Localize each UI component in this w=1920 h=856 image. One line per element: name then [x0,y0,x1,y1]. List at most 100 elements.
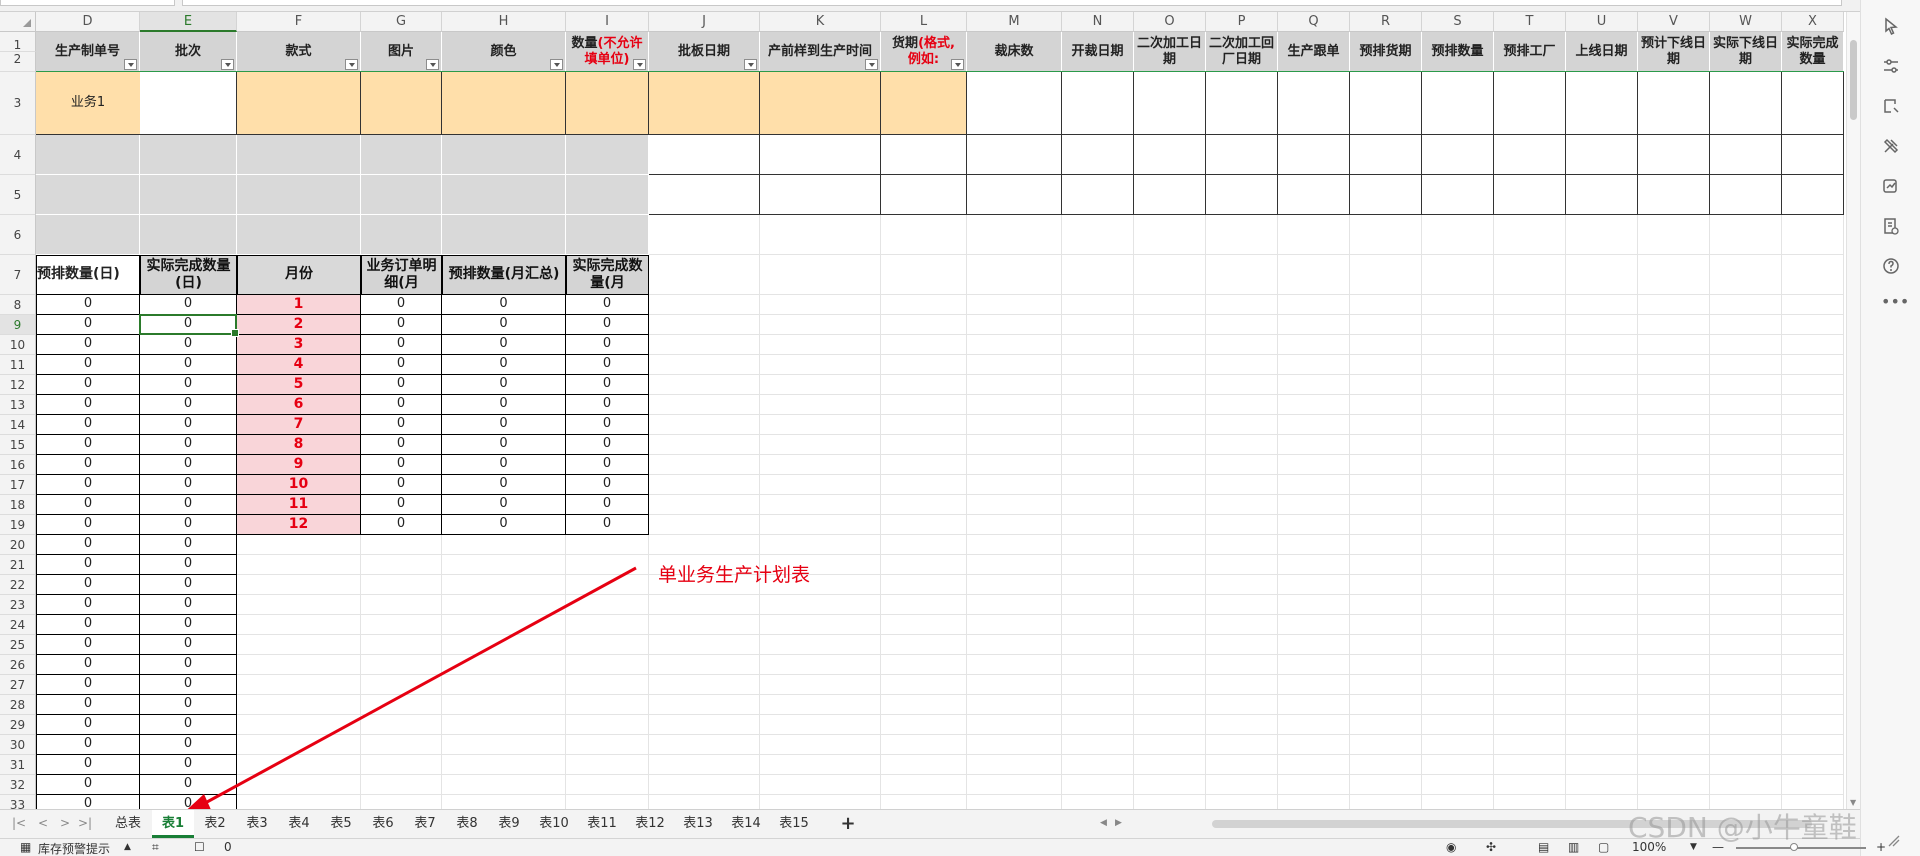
column-header-k[interactable]: K [760,12,881,32]
cell-j3[interactable] [649,72,760,135]
cell-w4[interactable] [1710,135,1782,175]
cell-h4[interactable] [442,135,566,175]
vertical-scroll-thumb[interactable] [1850,40,1857,120]
column-header-l[interactable]: L [881,12,967,32]
add-sheet-button[interactable]: + [838,810,858,838]
row-header-1[interactable]: 1 [0,32,36,52]
filter-dropdown-icon[interactable] [426,59,439,70]
cell-r4[interactable] [1350,135,1422,175]
cell-l5[interactable] [881,175,967,215]
row-header-19[interactable]: 19 [0,515,36,535]
sheet-tab-summary[interactable]: 总表 [104,810,152,838]
column-header-f[interactable]: F [237,12,361,32]
cell-h18[interactable]: 0 [442,495,566,515]
cell-k3[interactable] [760,72,881,135]
cell-q3[interactable] [1278,72,1350,135]
cell-e17[interactable]: 0 [140,475,237,495]
filter-dropdown-icon[interactable] [550,59,563,70]
select-all-corner[interactable] [0,12,36,32]
cell-k5[interactable] [760,175,881,215]
vertical-scrollbar[interactable]: ▲ ▼ [1846,12,1860,809]
cell-d22[interactable]: 0 [36,575,140,595]
cell-k4[interactable] [760,135,881,175]
cell-e33[interactable]: 0 [140,795,237,809]
cell-e19[interactable]: 0 [140,515,237,535]
cell-n3[interactable] [1062,72,1134,135]
cell-f15[interactable]: 8 [237,435,361,455]
row-header-12[interactable]: 12 [0,375,36,395]
header-cell-w[interactable]: 实际下线日期 [1710,32,1782,72]
cross-icon[interactable]: ✣ [1486,840,1496,854]
cell-e16[interactable]: 0 [140,455,237,475]
cell-d9[interactable]: 0 [36,315,140,335]
zoom-slider[interactable] [1736,847,1866,849]
cell-x5[interactable] [1782,175,1844,215]
cell-d27[interactable]: 0 [36,675,140,695]
column-header-d[interactable]: D [36,12,140,32]
cell-n5[interactable] [1062,175,1134,215]
more-icon[interactable]: ••• [1881,294,1909,316]
header-cell-t[interactable]: 预排工厂 [1494,32,1566,72]
cell-h17[interactable]: 0 [442,475,566,495]
cell-d6[interactable] [36,215,140,255]
cell-f3[interactable] [237,72,361,135]
cell-e15[interactable]: 0 [140,435,237,455]
cell-h10[interactable]: 0 [442,335,566,355]
header-cell-h[interactable]: 颜色 [442,32,566,72]
cell-f12[interactable]: 5 [237,375,361,395]
column-header-r[interactable]: R [1350,12,1422,32]
column-header-u[interactable]: U [1566,12,1638,32]
column-header-j[interactable]: J [649,12,760,32]
sheet-tab-sheet13[interactable]: 表13 [674,810,722,838]
row-header-4[interactable]: 4 [0,135,36,175]
cell-d11[interactable]: 0 [36,355,140,375]
page-layout-icon[interactable]: ▥ [1568,840,1579,854]
cell-e31[interactable]: 0 [140,755,237,775]
cell-i17[interactable]: 0 [566,475,649,495]
cell-g8[interactable]: 0 [361,295,442,315]
cell-f4[interactable] [237,135,361,175]
row-header-20[interactable]: 20 [0,535,36,555]
column-header-n[interactable]: N [1062,12,1134,32]
cell-g5[interactable] [361,175,442,215]
zoom-in-icon[interactable]: + [1876,840,1886,854]
cell-d19[interactable]: 0 [36,515,140,535]
tools-icon[interactable] [1881,136,1901,156]
cell-v3[interactable] [1638,72,1710,135]
column-header-m[interactable]: M [967,12,1062,32]
row-header-21[interactable]: 21 [0,555,36,575]
cell-q5[interactable] [1278,175,1350,215]
header-cell-k[interactable]: 产前样到生产时间 [760,32,881,72]
cell-d29[interactable]: 0 [36,715,140,735]
cell-h3[interactable] [442,72,566,135]
cell-i11[interactable]: 0 [566,355,649,375]
filter-dropdown-icon[interactable] [633,59,646,70]
cell-j5[interactable] [649,175,760,215]
header-cell-o[interactable]: 二次加工日期 [1134,32,1206,72]
cell-f16[interactable]: 9 [237,455,361,475]
macro-icon[interactable]: ⌗ [152,840,159,855]
column-header-s[interactable]: S [1422,12,1494,32]
cell-p5[interactable] [1206,175,1278,215]
header-cell-e[interactable]: 批次 [140,32,237,72]
cell-e4[interactable] [140,135,237,175]
cell-d21[interactable]: 0 [36,555,140,575]
row-header-15[interactable]: 15 [0,435,36,455]
comment-icon[interactable]: ☐ [194,840,205,854]
cell-d26[interactable]: 0 [36,655,140,675]
cell-x4[interactable] [1782,135,1844,175]
row-header-7[interactable]: 7 [0,255,36,295]
row-header-29[interactable]: 29 [0,715,36,735]
cell-h5[interactable] [442,175,566,215]
cell-o4[interactable] [1134,135,1206,175]
tab-scroll-right-icon[interactable]: ▶ [1115,818,1122,828]
cell-r5[interactable] [1350,175,1422,215]
cell-m5[interactable] [967,175,1062,215]
column-header-g[interactable]: G [361,12,442,32]
cell-i12[interactable]: 0 [566,375,649,395]
row-header-30[interactable]: 30 [0,735,36,755]
cell-x3[interactable] [1782,72,1844,135]
table2-header-i[interactable]: 实际完成数量(月 [566,255,649,295]
sheet-grid[interactable]: D E F G H I J K L M N O P Q R S T U V W X 1 2 3 4 5 6 7 8 9 10 11 12 13 14… [0,12,1846,809]
cell-l4[interactable] [881,135,967,175]
